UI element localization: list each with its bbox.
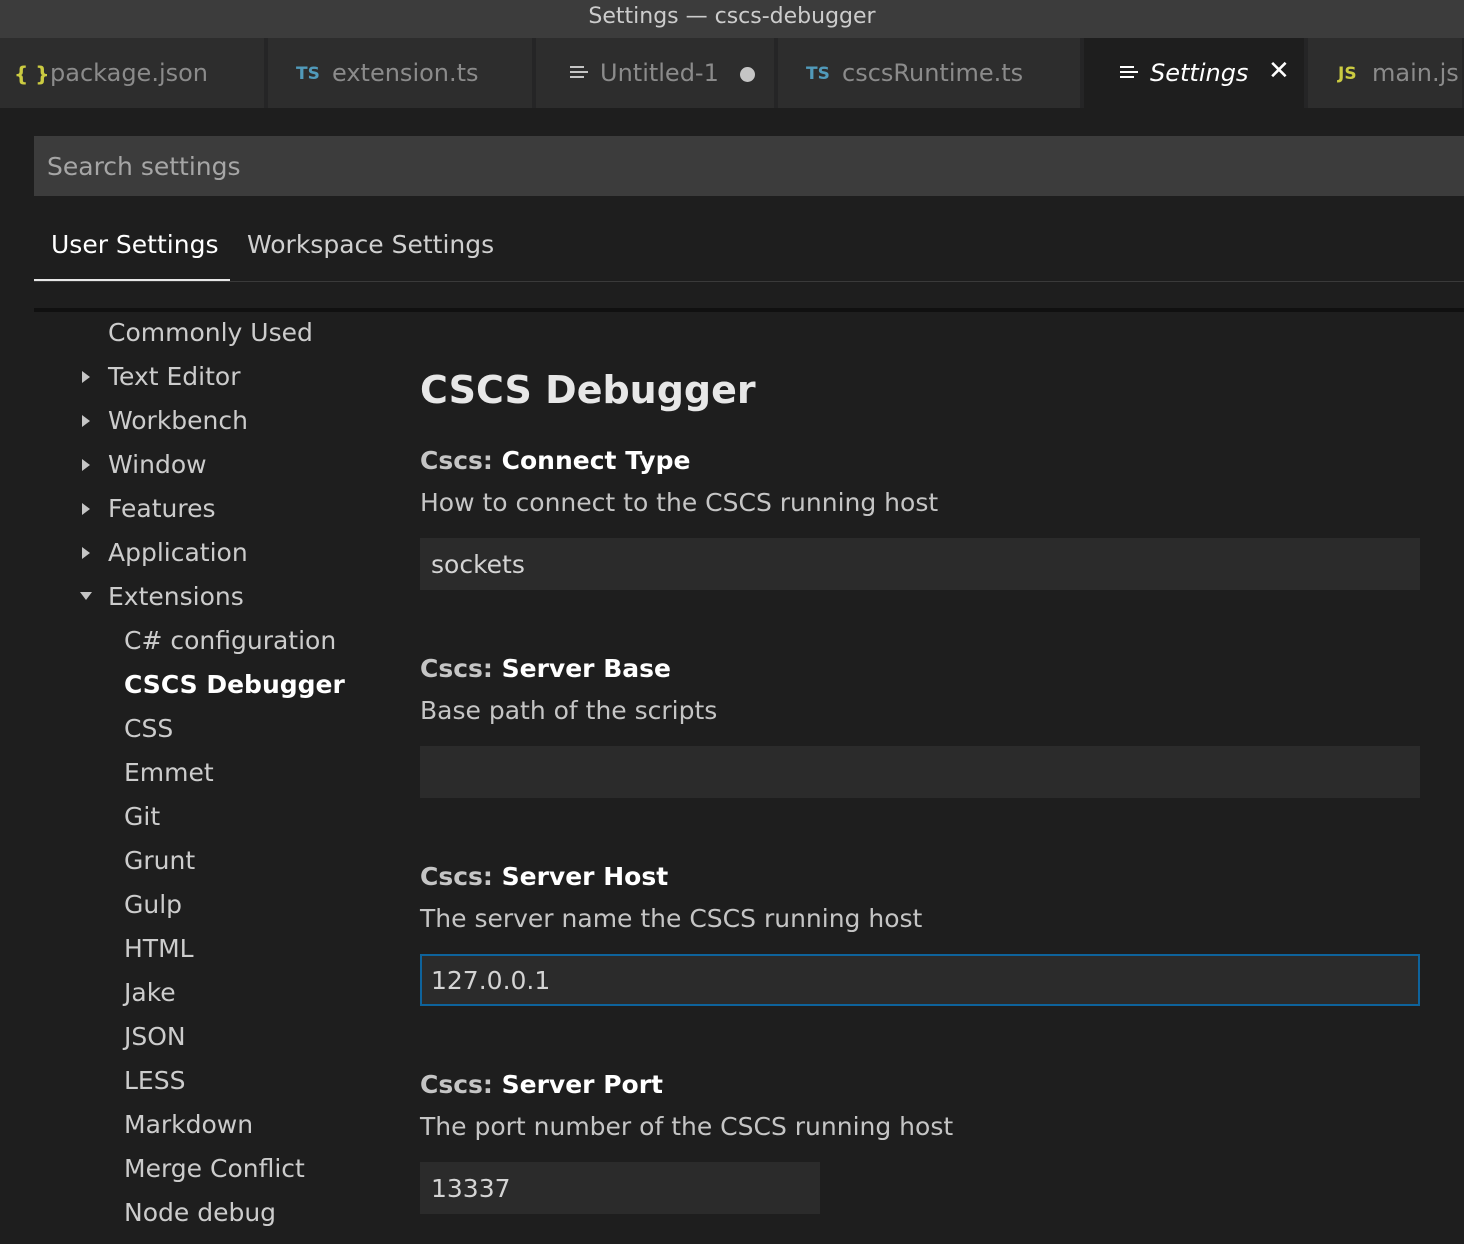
- json-braces-icon: { }: [14, 62, 50, 86]
- toc-ext-emmet[interactable]: Emmet: [124, 758, 214, 787]
- tab-label: extension.ts: [332, 59, 479, 87]
- toc-ext-jake[interactable]: Jake: [124, 978, 176, 1007]
- setting-name: Server Base: [501, 654, 671, 683]
- setting-name: Server Host: [501, 862, 669, 891]
- setting-title-connect-type: Cscs: Connect Type: [420, 446, 690, 475]
- connect-type-field[interactable]: [420, 538, 1420, 590]
- setting-description: The port number of the CSCS running host: [420, 1112, 954, 1141]
- toc-ext-csharp[interactable]: C# configuration: [124, 626, 336, 655]
- setting-name: Server Port: [501, 1070, 663, 1099]
- typescript-icon: TS: [296, 64, 320, 84]
- text-file-icon: [570, 66, 588, 82]
- typescript-icon: TS: [806, 64, 830, 84]
- toc-ext-json[interactable]: JSON: [124, 1022, 186, 1051]
- chevron-down-icon[interactable]: [80, 592, 92, 600]
- server-base-field[interactable]: [420, 746, 1420, 798]
- tab-cscsruntime-ts[interactable]: TS cscsRuntime.ts: [778, 38, 1082, 108]
- chevron-right-icon[interactable]: [82, 503, 90, 515]
- chevron-right-icon[interactable]: [82, 459, 90, 471]
- setting-description: How to connect to the CSCS running host: [420, 488, 939, 517]
- setting-category: Cscs:: [420, 1070, 502, 1099]
- setting-name: Connect Type: [501, 446, 691, 475]
- toc-ext-git[interactable]: Git: [124, 802, 160, 831]
- settings-file-icon: [1120, 66, 1138, 82]
- section-title: CSCS Debugger: [420, 368, 756, 412]
- toc-workbench[interactable]: Workbench: [108, 406, 248, 435]
- toc-ext-css[interactable]: CSS: [124, 714, 173, 743]
- tab-untitled-1[interactable]: Untitled-1: [536, 38, 776, 108]
- search-settings-input[interactable]: [34, 136, 1464, 196]
- server-host-field[interactable]: [420, 954, 1420, 1006]
- toc-window[interactable]: Window: [108, 450, 207, 479]
- toc-ext-markdown[interactable]: Markdown: [124, 1110, 253, 1139]
- setting-description: The server name the CSCS running host: [420, 904, 923, 933]
- setting-title-server-port: Cscs: Server Port: [420, 1070, 663, 1099]
- toc-commonly-used[interactable]: Commonly Used: [108, 318, 313, 347]
- setting-description: Base path of the scripts: [420, 696, 718, 725]
- toc-text-editor[interactable]: Text Editor: [108, 362, 241, 391]
- tab-label: package.json: [50, 59, 209, 87]
- unsaved-dot-icon[interactable]: [740, 67, 755, 82]
- tab-workspace-settings[interactable]: Workspace Settings: [247, 230, 494, 259]
- setting-title-server-base: Cscs: Server Base: [420, 654, 671, 683]
- close-icon[interactable]: ✕: [1268, 56, 1290, 86]
- setting-category: Cscs:: [420, 862, 502, 891]
- tab-main-js[interactable]: JS main.js: [1308, 38, 1464, 108]
- header-shadow: [34, 308, 1464, 312]
- tab-extension-ts[interactable]: TS extension.ts: [268, 38, 534, 108]
- server-port-field[interactable]: [420, 1162, 820, 1214]
- tab-label: cscsRuntime.ts: [842, 59, 1024, 87]
- toc-ext-html[interactable]: HTML: [124, 934, 194, 963]
- tab-package-json[interactable]: { } package.json: [0, 38, 266, 108]
- toc-application[interactable]: Application: [108, 538, 248, 567]
- toc-ext-merge-conflict[interactable]: Merge Conflict: [124, 1154, 305, 1183]
- tab-settings[interactable]: Settings ✕: [1084, 38, 1306, 108]
- setting-category: Cscs:: [420, 654, 502, 683]
- toc-ext-less[interactable]: LESS: [124, 1066, 185, 1095]
- chevron-right-icon[interactable]: [82, 371, 90, 383]
- chevron-right-icon[interactable]: [82, 547, 90, 559]
- toc-ext-grunt[interactable]: Grunt: [124, 846, 195, 875]
- tab-label: Untitled-1: [600, 59, 719, 87]
- toc-ext-cscs-debugger[interactable]: CSCS Debugger: [124, 670, 345, 699]
- toc-ext-gulp[interactable]: Gulp: [124, 890, 182, 919]
- window-title: Settings — cscs-debugger: [0, 0, 1464, 38]
- editor-tab-strip: { } package.json TS extension.ts Untitle…: [0, 38, 1464, 108]
- chevron-right-icon[interactable]: [82, 415, 90, 427]
- scope-divider: [34, 281, 1464, 282]
- toc-features[interactable]: Features: [108, 494, 216, 523]
- toc-ext-node-debug[interactable]: Node debug: [124, 1198, 276, 1227]
- toc-extensions[interactable]: Extensions: [108, 582, 244, 611]
- setting-title-server-host: Cscs: Server Host: [420, 862, 668, 891]
- setting-category: Cscs:: [420, 446, 502, 475]
- javascript-icon: JS: [1338, 64, 1357, 84]
- tab-user-settings[interactable]: User Settings: [51, 230, 218, 259]
- tab-label: main.js: [1372, 59, 1459, 87]
- tab-label: Settings: [1150, 59, 1249, 87]
